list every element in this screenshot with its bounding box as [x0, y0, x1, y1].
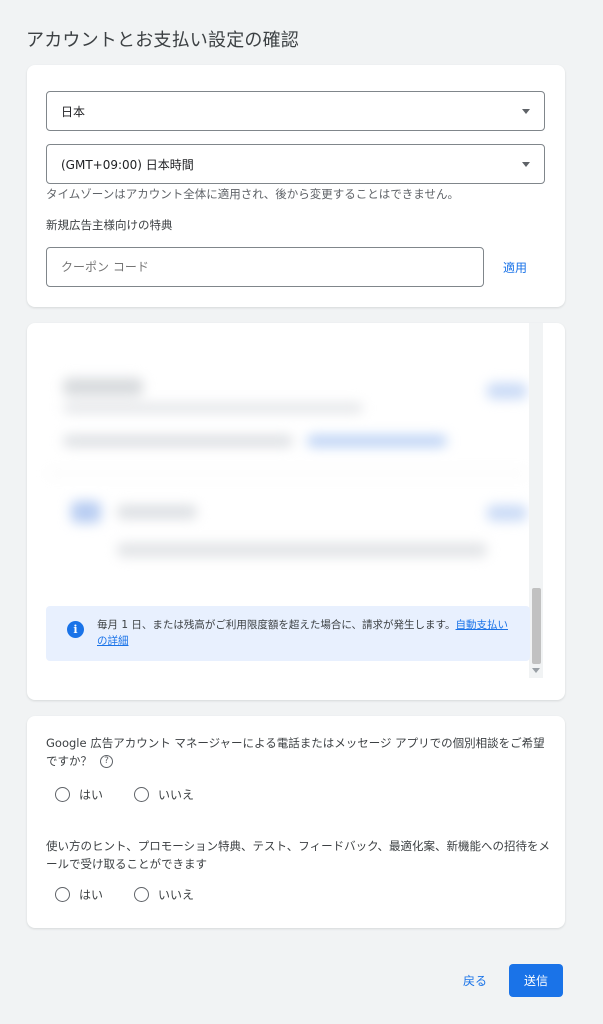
billing-info-banner: i 毎月 1 日、または残高がご利用限度額を超えた場合に、請求が発生します。自動…: [46, 606, 530, 661]
consultation-question: Google 広告アカウント マネージャーによる電話またはメッセージ アプリでの…: [46, 734, 551, 770]
consultation-yes-radio[interactable]: [55, 787, 70, 802]
consultation-no-label: いいえ: [158, 788, 195, 802]
preferences-card: Google 広告アカウント マネージャーによる電話またはメッセージ アプリでの…: [27, 716, 565, 928]
back-button[interactable]: 戻る: [455, 964, 495, 996]
email-yes-label: はい: [79, 888, 104, 902]
consultation-yes-label: はい: [79, 788, 104, 802]
apply-coupon-link[interactable]: 適用: [503, 259, 527, 276]
timezone-helper-text: タイムゾーンはアカウント全体に適用され、後から変更することはできません。: [46, 187, 459, 201]
caret-down-icon: [522, 162, 530, 167]
billing-info-message: 毎月 1 日、または残高がご利用限度額を超えた場合に、請求が発生します。: [97, 619, 456, 631]
timezone-value: (GMT+09:00) 日本時間: [61, 157, 194, 172]
billing-card: i 毎月 1 日、または残高がご利用限度額を超えた場合に、請求が発生します。自動…: [27, 323, 565, 700]
email-yes-option[interactable]: はい: [55, 886, 103, 903]
blurred-billing-content: [27, 323, 565, 583]
coupon-code-input[interactable]: [46, 247, 484, 287]
info-icon: i: [67, 621, 84, 638]
email-question: 使い方のヒント、プロモーション特典、テスト、フィードバック、最適化案、新機能への…: [46, 839, 551, 871]
country-value: 日本: [61, 104, 86, 119]
scroll-down-arrow-icon[interactable]: [532, 668, 540, 673]
email-no-radio[interactable]: [134, 887, 150, 902]
caret-down-icon: [522, 109, 530, 114]
consultation-yes-option[interactable]: はい: [55, 786, 103, 803]
consultation-question-text: Google 広告アカウント マネージャーによる電話またはメッセージ アプリでの…: [46, 736, 545, 768]
page-title: アカウントとお支払い設定の確認: [26, 30, 299, 51]
scrollbar-thumb[interactable]: [532, 588, 541, 664]
submit-button[interactable]: 送信: [509, 964, 563, 997]
email-no-label: いいえ: [158, 888, 195, 902]
help-icon[interactable]: ?: [100, 755, 113, 768]
account-settings-card: 日本 (GMT+09:00) 日本時間 タイムゾーンはアカウント全体に適用され、…: [27, 65, 565, 307]
email-yes-radio[interactable]: [55, 887, 70, 902]
consultation-radio-group: はい いいえ: [55, 786, 225, 803]
email-no-option[interactable]: いいえ: [134, 886, 194, 903]
timezone-select[interactable]: (GMT+09:00) 日本時間: [46, 144, 545, 184]
promo-label: 新規広告主様向けの特典: [46, 218, 173, 232]
consultation-no-radio[interactable]: [134, 787, 150, 802]
billing-info-text: 毎月 1 日、または残高がご利用限度額を超えた場合に、請求が発生します。自動支払…: [97, 617, 517, 649]
email-radio-group: はい いいえ: [55, 886, 225, 903]
country-select[interactable]: 日本: [46, 91, 545, 131]
consultation-no-option[interactable]: いいえ: [134, 786, 194, 803]
